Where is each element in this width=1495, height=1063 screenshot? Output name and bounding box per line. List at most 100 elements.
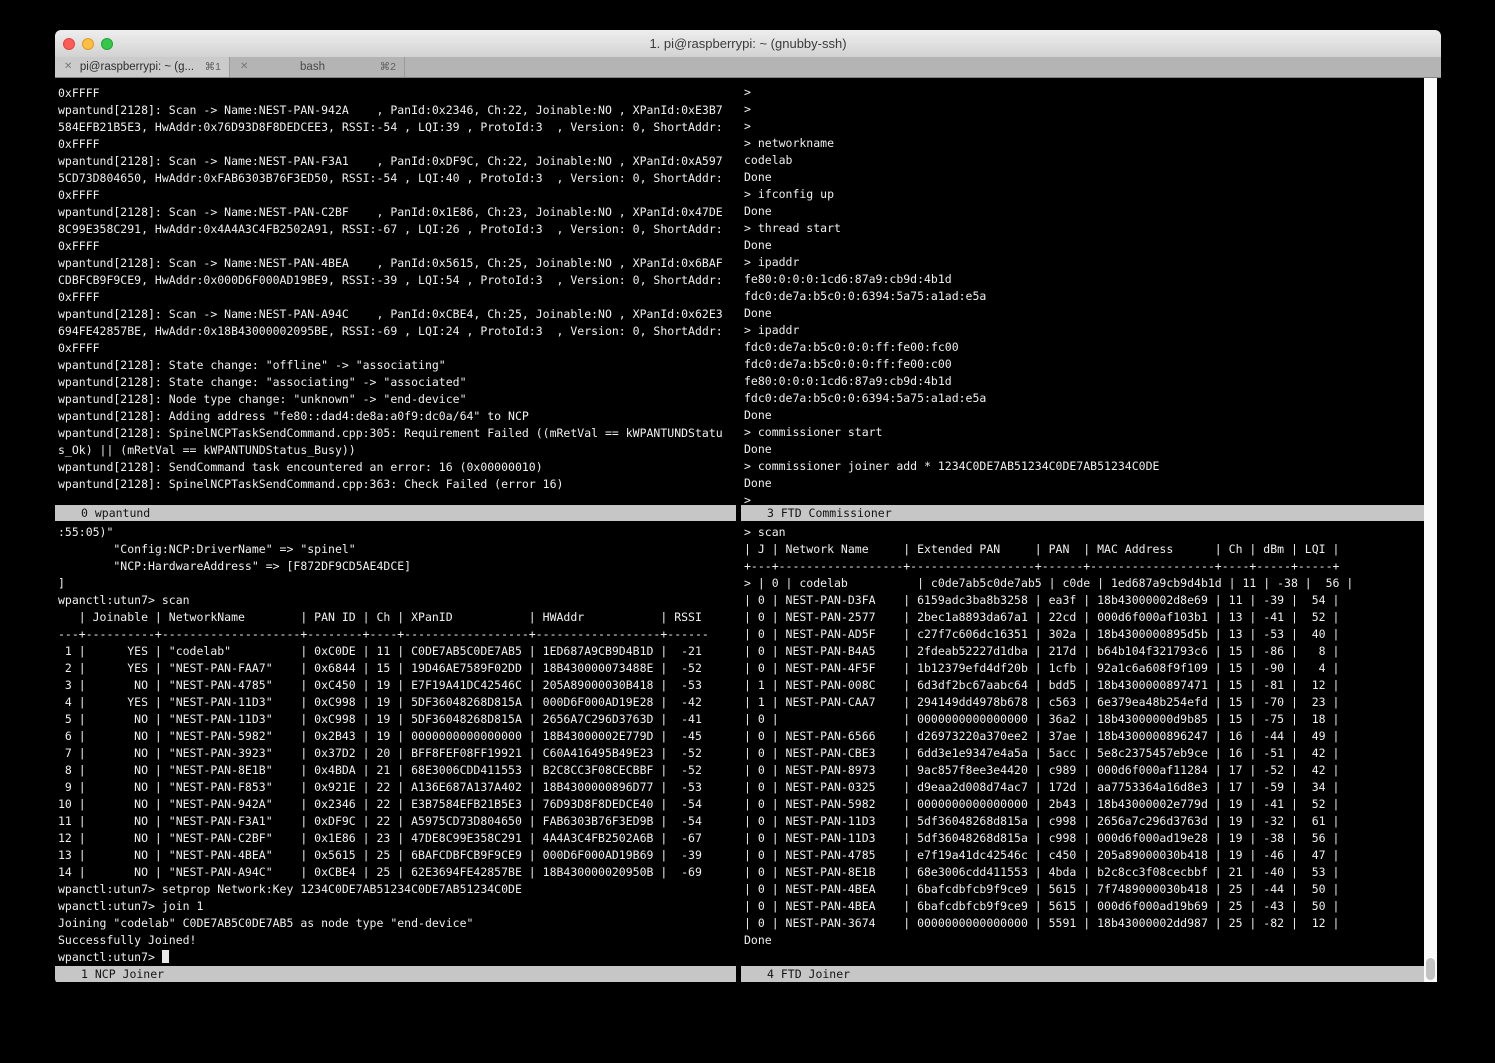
terminal-line: Joining "codelab" C0DE7AB5C0DE7AB5 as no… <box>58 915 736 932</box>
pane-title-ncp-joiner: 1 NCP Joiner <box>55 966 736 982</box>
pane-title-ftd-commissioner: 3 FTD Commissioner <box>741 505 1424 521</box>
tab-shortcut: ⌘2 <box>380 57 396 77</box>
terminal-line: wpantund[2128]: Adding address "fe80::da… <box>58 408 736 425</box>
close-tab-icon[interactable]: ✕ <box>240 57 248 77</box>
terminal-line: fdc0:de7a:b5c0:0:0:ff:fe00:c00 <box>744 356 1441 373</box>
terminal-line: 5CD73D804650, HwAddr:0xFAB6303B76F3ED50,… <box>58 170 736 187</box>
terminal-line: ---+----------+--------------------+----… <box>58 626 736 643</box>
terminal-line: | 0 | NEST-PAN-11D3 | 5df36048268d815a |… <box>744 830 1441 847</box>
terminal-line: Done <box>744 203 1441 220</box>
terminal-line: wpantund[2128]: Scan -> Name:NEST-PAN-F3… <box>58 153 736 170</box>
pane-ftd-commissioner-output: >>>> networknamecodelabDone> ifconfig up… <box>741 78 1441 505</box>
terminal-line: > <box>744 118 1441 135</box>
terminal-line: 11 | NO | "NEST-PAN-F3A1" | 0xDF9C | 22 … <box>58 813 736 830</box>
pane-title-wpantund: 0 wpantund <box>55 505 736 521</box>
terminal-line: 5 | NO | "NEST-PAN-11D3" | 0xC998 | 19 |… <box>58 711 736 728</box>
terminal-line: | Joinable | NetworkName | PAN ID | Ch |… <box>58 609 736 626</box>
terminal-line: | 0 | NEST-PAN-8973 | 9ac857f8ee3e4420 |… <box>744 762 1441 779</box>
terminal-line: 8 | NO | "NEST-PAN-8E1B" | 0x4BDA | 21 |… <box>58 762 736 779</box>
pane-ncp-joiner[interactable]: :55:05)" "Config:NCP:DriverName" => "spi… <box>55 521 736 966</box>
scrollbar-thumb[interactable] <box>1426 958 1435 980</box>
terminal-line: wpantund[2128]: SpinelNCPTaskSendCommand… <box>58 476 736 493</box>
terminal-line: fdc0:de7a:b5c0:0:0:ff:fe00:fc00 <box>744 339 1441 356</box>
terminal-line: | 0 | NEST-PAN-D3FA | 6159adc3ba8b3258 |… <box>744 592 1441 609</box>
terminal-line: 3 | NO | "NEST-PAN-4785" | 0xC450 | 19 |… <box>58 677 736 694</box>
terminal-line: 13 | NO | "NEST-PAN-4BEA" | 0x5615 | 25 … <box>58 847 736 864</box>
terminal-line: wpantund[2128]: State change: "associati… <box>58 374 736 391</box>
desktop-background: 1. pi@raspberrypi: ~ (gnubby-ssh) ✕ pi@r… <box>0 0 1495 1063</box>
terminal-line: wpantund[2128]: Scan -> Name:NEST-PAN-4B… <box>58 255 736 272</box>
terminal-line: 8C99E358C291, HwAddr:0x4A4A3C4FB2502A91,… <box>58 221 736 238</box>
terminal-line: > ipaddr <box>744 254 1441 271</box>
terminal-line: 4 | YES | "NEST-PAN-11D3" | 0xC998 | 19 … <box>58 694 736 711</box>
terminal-line: > thread start <box>744 220 1441 237</box>
terminal-line: Done <box>744 237 1441 254</box>
terminal-line: fe80:0:0:0:1cd6:87a9:cb9d:4b1d <box>744 271 1441 288</box>
terminal-line: wpantund[2128]: Scan -> Name:NEST-PAN-94… <box>58 102 736 119</box>
terminal-line: 9 | NO | "NEST-PAN-F853" | 0x921E | 22 |… <box>58 779 736 796</box>
terminal-line: > commissioner start <box>744 424 1441 441</box>
terminal-line: 10 | NO | "NEST-PAN-942A" | 0x2346 | 22 … <box>58 796 736 813</box>
terminal-line: | 0 | NEST-PAN-0325 | d9eaa2d008d74ac7 |… <box>744 779 1441 796</box>
terminal-window: 1. pi@raspberrypi: ~ (gnubby-ssh) ✕ pi@r… <box>55 30 1441 983</box>
terminal-line: | 0 | NEST-PAN-2577 | 2bec1a8893da67a1 |… <box>744 609 1441 626</box>
tmux-session: 0xFFFFwpantund[2128]: Scan -> Name:NEST-… <box>55 78 1441 983</box>
terminal-line: wpanctl:utun7> setprop Network:Key 1234C… <box>58 881 736 898</box>
terminal-line: codelab <box>744 152 1441 169</box>
terminal-line: Done <box>744 169 1441 186</box>
text-cursor <box>162 950 169 963</box>
terminal-line: Successfully Joined! <box>58 932 736 949</box>
pane-ftd-joiner[interactable]: > scan| J | Network Name | Extended PAN … <box>741 521 1441 966</box>
terminal-line: 12 | NO | "NEST-PAN-C2BF" | 0x1E86 | 23 … <box>58 830 736 847</box>
pane-wpantund[interactable]: 0xFFFFwpantund[2128]: Scan -> Name:NEST-… <box>55 78 736 505</box>
terminal-line: fdc0:de7a:b5c0:0:6394:5a75:a1ad:e5a <box>744 288 1441 305</box>
terminal-line: > ipaddr <box>744 322 1441 339</box>
terminal-line: Done <box>744 407 1441 424</box>
terminal-line: wpantund[2128]: State change: "offline" … <box>58 357 736 374</box>
terminal-line: | 0 | NEST-PAN-4BEA | 6bafcdbfcb9f9ce9 |… <box>744 881 1441 898</box>
terminal-line: > | 0 | codelab | c0de7ab5c0de7ab5 | c0d… <box>744 575 1441 592</box>
terminal-line: "NCP:HardwareAddress" => [F872DF9CD5AE4D… <box>58 558 736 575</box>
terminal-line: | 0 | NEST-PAN-3674 | 0000000000000000 |… <box>744 915 1441 932</box>
terminal-line: wpanctl:utun7> <box>58 949 736 966</box>
terminal-line: wpantund[2128]: SpinelNCPTaskSendCommand… <box>58 425 736 442</box>
tab-bash[interactable]: ✕ bash ⌘2 <box>231 57 405 77</box>
terminal-line: > <box>744 101 1441 118</box>
terminal-line: +---+------------------+----------------… <box>744 558 1441 575</box>
terminal-line: | 0 | NEST-PAN-AD5F | c27f7c606dc16351 |… <box>744 626 1441 643</box>
terminal-line: > scan <box>744 524 1441 541</box>
window-titlebar[interactable]: 1. pi@raspberrypi: ~ (gnubby-ssh) <box>55 30 1441 58</box>
pane-ncp-joiner-output: :55:05)" "Config:NCP:DriverName" => "spi… <box>55 521 736 966</box>
window-title: 1. pi@raspberrypi: ~ (gnubby-ssh) <box>55 30 1441 57</box>
terminal-line: 0xFFFF <box>58 238 736 255</box>
terminal-line: 0xFFFF <box>58 340 736 357</box>
tab-ssh-session[interactable]: ✕ pi@raspberrypi: ~ (g... ⌘1 <box>55 57 230 77</box>
terminal-line: wpanctl:utun7> join 1 <box>58 898 736 915</box>
terminal-line: | 0 | | 0000000000000000 | 36a2 | 18b430… <box>744 711 1441 728</box>
terminal-line: wpantund[2128]: Scan -> Name:NEST-PAN-A9… <box>58 306 736 323</box>
pane-title-ftd-joiner: 4 FTD Joiner <box>741 966 1424 982</box>
terminal-line: s_Ok) || (mRetVal == kWPANTUNDStatus_Bus… <box>58 442 736 459</box>
terminal-line: > ifconfig up <box>744 186 1441 203</box>
tab-shortcut: ⌘1 <box>205 57 221 77</box>
terminal-line: wpantund[2128]: Node type change: "unkno… <box>58 391 736 408</box>
terminal-line: | 0 | NEST-PAN-B4A5 | 2fdeab52227d1dba |… <box>744 643 1441 660</box>
terminal-line: 584EFB21B5E3, HwAddr:0x76D93D8F8DEDCEE3,… <box>58 119 736 136</box>
terminal-line: > commissioner joiner add * 1234C0DE7AB5… <box>744 458 1441 475</box>
terminal-line: 694FE42857BE, HwAddr:0x18B43000002095BE,… <box>58 323 736 340</box>
terminal-line: 2 | YES | "NEST-PAN-FAA7" | 0x6844 | 15 … <box>58 660 736 677</box>
terminal-line: "Config:NCP:DriverName" => "spinel" <box>58 541 736 558</box>
terminal-line: 0xFFFF <box>58 187 736 204</box>
scrollbar-track[interactable] <box>1424 78 1437 982</box>
terminal-line: Done <box>744 305 1441 322</box>
terminal-line: | 0 | NEST-PAN-CBE3 | 6dd3e1e9347e4a5a |… <box>744 745 1441 762</box>
pane-wpantund-output: 0xFFFFwpantund[2128]: Scan -> Name:NEST-… <box>55 78 736 493</box>
tab-label: pi@raspberrypi: ~ (g... <box>79 57 195 77</box>
terminal-line: > <box>744 84 1441 101</box>
terminal-line: Done <box>744 932 1441 949</box>
close-tab-icon[interactable]: ✕ <box>64 57 72 77</box>
terminal-line: | 0 | NEST-PAN-4785 | e7f19a41dc42546c |… <box>744 847 1441 864</box>
terminal-line: 1 | YES | "codelab" | 0xC0DE | 11 | C0DE… <box>58 643 736 660</box>
terminal-line: | 0 | NEST-PAN-8E1B | 68e3006cdd411553 |… <box>744 864 1441 881</box>
pane-ftd-commissioner[interactable]: >>>> networknamecodelabDone> ifconfig up… <box>741 78 1441 505</box>
